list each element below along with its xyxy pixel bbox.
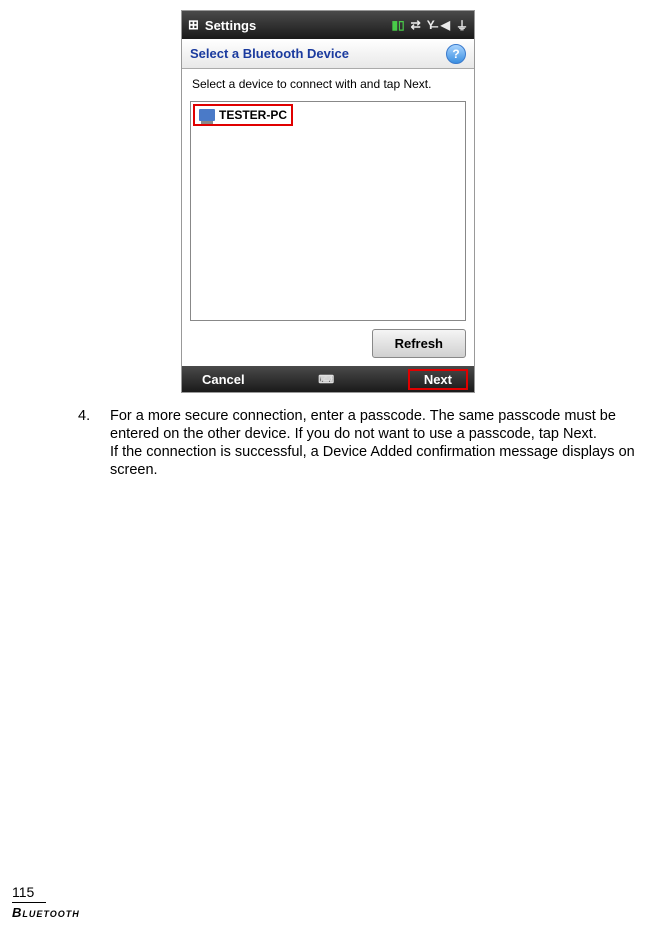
page-title: Select a Bluetooth Device (190, 46, 349, 61)
window-titlebar: ⊞ Settings ▮▯ ⇄ Y̶ ◀ ⏚ (182, 11, 474, 39)
step-text: For a more secure connection, enter a pa… (110, 407, 636, 480)
instruction-text: Select a device to connect with and tap … (182, 69, 474, 97)
sync-icon: ⇄ (411, 18, 421, 32)
step-number: 4. (78, 407, 110, 480)
window-title: Settings (205, 18, 392, 33)
next-button[interactable]: Next (408, 369, 468, 390)
connectivity-icon: ▮▯ (391, 18, 404, 32)
battery-icon: ⏚ (456, 17, 468, 34)
speaker-icon: ◀ (441, 18, 450, 32)
page-header: Select a Bluetooth Device ? (182, 39, 474, 69)
refresh-button[interactable]: Refresh (372, 329, 466, 358)
status-icons: ▮▯ ⇄ Y̶ ◀ ⏚ (391, 17, 468, 34)
page-footer: 115 Bluetooth (12, 884, 80, 920)
section-label: Bluetooth (12, 905, 80, 920)
keyboard-icon[interactable]: ⌨ (318, 373, 334, 386)
bluetooth-settings-screenshot: ⊞ Settings ▮▯ ⇄ Y̶ ◀ ⏚ Select a Bluetoot… (181, 10, 475, 393)
device-list[interactable]: TESTER-PC (190, 101, 466, 321)
signal-icon: Y̶ (427, 18, 435, 32)
start-icon[interactable]: ⊞ (188, 17, 199, 33)
refresh-row: Refresh (182, 329, 474, 366)
cancel-button[interactable]: Cancel (202, 372, 245, 387)
help-button[interactable]: ? (446, 44, 466, 64)
device-name: TESTER-PC (219, 108, 287, 122)
computer-icon (199, 109, 215, 121)
instruction-step: 4. For a more secure connection, enter a… (78, 407, 636, 480)
page-number: 115 (12, 884, 46, 903)
bottom-bar: Cancel ⌨ Next (182, 366, 474, 392)
device-item[interactable]: TESTER-PC (193, 104, 293, 126)
